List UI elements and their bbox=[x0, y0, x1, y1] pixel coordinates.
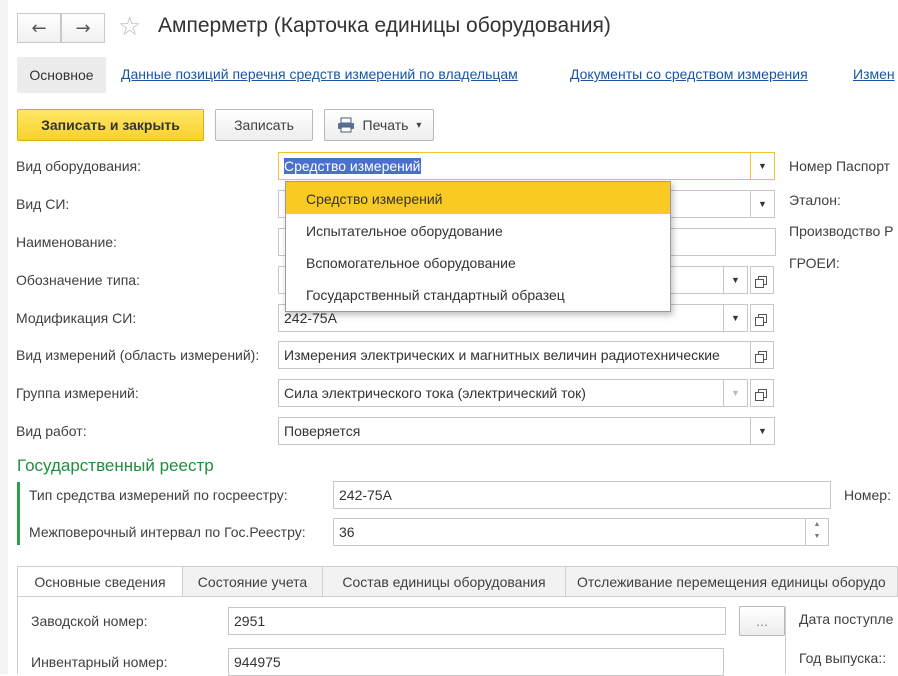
dropdown-option[interactable]: Государственный стандартный образец bbox=[286, 278, 670, 310]
etalon-label: Эталон: bbox=[789, 192, 841, 208]
subtab-movement-tracking[interactable]: Отслеживание перемещения единицы оборудо bbox=[565, 566, 898, 597]
save-button[interactable]: Записать bbox=[215, 109, 313, 141]
equipment-type-dropdown-button[interactable]: ▼ bbox=[750, 152, 775, 180]
dropdown-arrow-icon: ▼ bbox=[731, 313, 740, 323]
measurement-kind-field[interactable]: Измерения электрических и магнитных вели… bbox=[278, 341, 751, 369]
open-form-icon bbox=[754, 388, 767, 401]
type-designation-dropdown-button[interactable]: ▼ bbox=[723, 266, 748, 294]
groei-label: ГРОЕИ: bbox=[789, 255, 840, 271]
si-type-label: Вид СИ: bbox=[16, 196, 70, 212]
link-changes[interactable]: Измен bbox=[853, 66, 895, 82]
dropdown-arrow-icon: ▼ bbox=[758, 426, 767, 436]
measurement-group-field[interactable]: Сила электрического тока (электрический … bbox=[278, 379, 724, 407]
dropdown-arrow-icon: ▼ bbox=[758, 161, 767, 171]
page-title: Амперметр (Карточка единицы оборудования… bbox=[158, 14, 611, 37]
star-icon[interactable]: ☆ bbox=[118, 12, 141, 42]
subtab-composition[interactable]: Состав единицы оборудования bbox=[322, 566, 566, 597]
link-owner-positions[interactable]: Данные позиций перечня средств измерений… bbox=[121, 66, 518, 82]
interval-spinner[interactable]: ▲ ▼ bbox=[805, 518, 829, 546]
equipment-type-dropdown-list: Средство измерений Испытательное оборудо… bbox=[285, 181, 671, 312]
print-label: Печать bbox=[362, 117, 409, 133]
dropdown-option[interactable]: Средство измерений bbox=[286, 182, 670, 214]
open-form-icon bbox=[754, 313, 767, 326]
si-type-dropdown-button[interactable]: ▼ bbox=[750, 190, 775, 218]
arrow-left-icon: ← bbox=[31, 17, 47, 39]
modification-dropdown-button[interactable]: ▼ bbox=[723, 304, 748, 332]
column-divider bbox=[785, 606, 786, 674]
measurement-group-dropdown-button[interactable]: ▼ bbox=[723, 379, 748, 407]
name-label: Наименование: bbox=[16, 234, 117, 250]
equipment-type-field[interactable]: Средство измерений bbox=[278, 152, 751, 180]
modification-open-button[interactable] bbox=[750, 304, 774, 332]
registry-type-field[interactable]: 242-75А bbox=[333, 481, 831, 509]
registry-number-label: Номер: bbox=[844, 487, 891, 503]
serial-number-field[interactable]: 2951 bbox=[228, 607, 726, 635]
measurement-group-label: Группа измерений: bbox=[16, 385, 139, 401]
type-designation-open-button[interactable] bbox=[750, 266, 774, 294]
dropdown-option[interactable]: Вспомогательное оборудование bbox=[286, 246, 670, 278]
work-type-label: Вид работ: bbox=[16, 423, 87, 439]
measurement-kind-label: Вид измерений (область измерений): bbox=[16, 347, 260, 363]
dropdown-arrow-icon: ▼ bbox=[758, 199, 767, 209]
back-button[interactable]: ← bbox=[17, 13, 61, 43]
registry-type-label: Тип средства измерений по госреестру: bbox=[29, 487, 288, 503]
work-type-field[interactable]: Поверяется bbox=[278, 417, 751, 445]
equipment-type-label: Вид оборудования: bbox=[16, 158, 142, 174]
dropdown-option[interactable]: Испытательное оборудование bbox=[286, 214, 670, 246]
forward-button[interactable]: → bbox=[61, 13, 105, 43]
print-button[interactable]: Печать ▾ bbox=[324, 109, 434, 141]
manufacturer-label: Производство Р bbox=[789, 223, 894, 239]
printer-icon bbox=[337, 117, 354, 133]
work-type-dropdown-button[interactable]: ▼ bbox=[750, 417, 775, 445]
serial-number-label: Заводской номер: bbox=[31, 613, 148, 629]
interval-label: Межповерочный интервал по Гос.Реестру: bbox=[29, 524, 306, 540]
inventory-number-label: Инвентарный номер: bbox=[31, 654, 168, 670]
measurement-group-open-button[interactable] bbox=[750, 379, 774, 407]
open-form-icon bbox=[754, 275, 767, 288]
tab-main[interactable]: Основное bbox=[17, 57, 106, 93]
ellipsis-button[interactable]: ... bbox=[739, 606, 785, 636]
measurement-kind-open-button[interactable] bbox=[750, 341, 774, 369]
window-left-edge bbox=[0, 0, 8, 674]
equipment-type-value: Средство измерений bbox=[284, 158, 421, 174]
type-designation-label: Обозначение типа: bbox=[16, 272, 140, 288]
dropdown-arrow-icon: ▼ bbox=[731, 388, 740, 398]
dropdown-arrow-icon: ▼ bbox=[731, 275, 740, 285]
modification-label: Модификация СИ: bbox=[16, 310, 137, 326]
save-and-close-button[interactable]: Записать и закрыть bbox=[17, 109, 204, 141]
interval-field[interactable]: 36 bbox=[333, 518, 806, 546]
arrow-right-icon: → bbox=[75, 17, 91, 39]
registry-section-bar bbox=[17, 482, 20, 545]
link-documents[interactable]: Документы со средством измерения bbox=[570, 66, 808, 82]
passport-number-label: Номер Паспорт bbox=[789, 158, 891, 174]
open-form-icon bbox=[754, 350, 767, 363]
chevron-down-icon: ▾ bbox=[416, 119, 422, 131]
registry-section-title: Государственный реестр bbox=[17, 456, 214, 475]
spin-down-icon[interactable]: ▼ bbox=[806, 531, 828, 543]
inventory-number-field[interactable]: 944975 bbox=[228, 648, 724, 676]
arrival-date-label: Дата поступле bbox=[799, 611, 894, 627]
release-year-label: Год выпуска:: bbox=[799, 650, 887, 666]
subtab-main-info[interactable]: Основные сведения bbox=[17, 566, 183, 597]
subtab-accounting-state[interactable]: Состояние учета bbox=[182, 566, 323, 597]
spin-up-icon[interactable]: ▲ bbox=[806, 519, 828, 531]
